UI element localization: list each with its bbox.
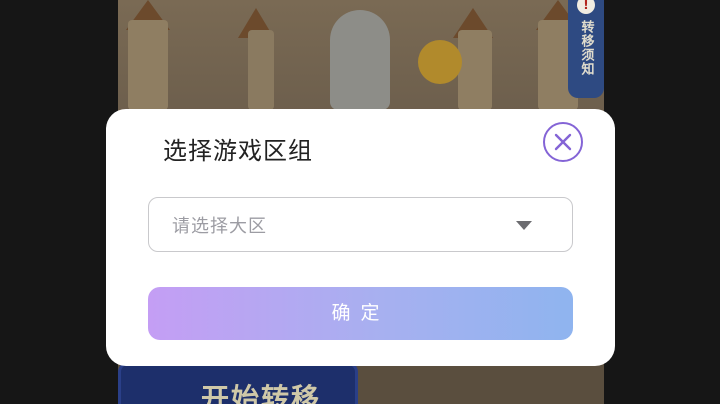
statue	[330, 10, 390, 110]
dialog-title: 选择游戏区组	[163, 137, 313, 165]
mascot	[418, 40, 462, 84]
confirm-button[interactable]: 确定	[148, 287, 573, 340]
alert-icon: !	[577, 0, 595, 14]
close-icon	[554, 133, 572, 151]
start-transfer-button[interactable]: 开始转移	[118, 362, 358, 404]
region-select[interactable]: 请选择大区	[148, 197, 573, 252]
castle-tower	[458, 30, 492, 110]
select-region-dialog: 选择游戏区组 请选择大区 确定	[106, 109, 615, 366]
region-select-placeholder: 请选择大区	[172, 216, 267, 237]
castle-tower	[128, 20, 168, 110]
transfer-notice-tab[interactable]: ! 转移须知	[568, 0, 604, 98]
castle-tower	[248, 30, 274, 110]
transfer-notice-label: 转移须知	[578, 20, 594, 76]
close-button[interactable]	[543, 122, 583, 162]
caret-down-icon	[516, 221, 532, 230]
